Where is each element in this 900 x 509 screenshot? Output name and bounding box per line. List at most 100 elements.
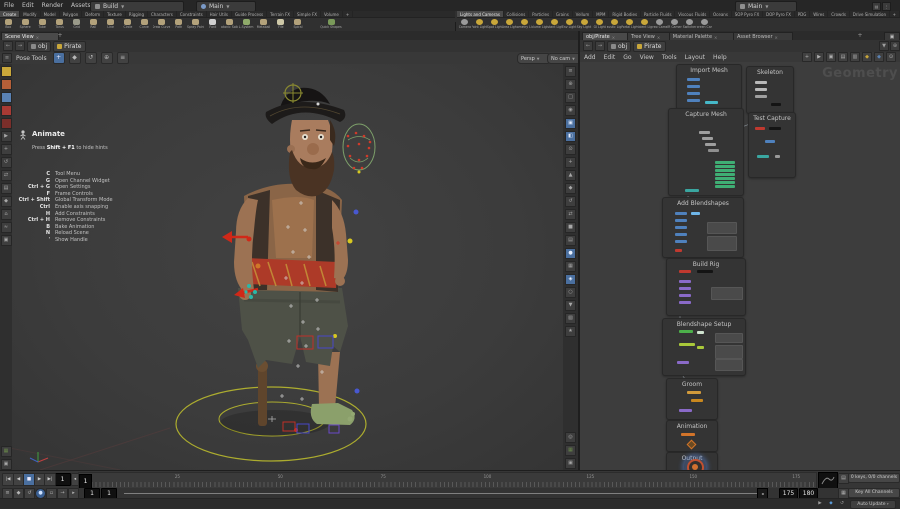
- playhead-marker[interactable]: 1: [79, 474, 92, 489]
- auto-update-combo[interactable]: Auto Update ▾: [850, 500, 896, 509]
- shelf-tool[interactable]: Spiral: [289, 18, 306, 31]
- circle-icon[interactable]: ○: [565, 287, 576, 298]
- menu-item[interactable]: File: [0, 2, 18, 9]
- grid-view-icon[interactable]: ▥: [850, 52, 860, 62]
- view-pin-icon[interactable]: ⊕: [565, 79, 576, 90]
- shelf-tool[interactable]: GI Light: [592, 18, 607, 31]
- network-node[interactable]: [707, 236, 737, 251]
- shelf-tool[interactable]: Path: [170, 18, 187, 31]
- shelf-tab[interactable]: Volume: [321, 11, 343, 17]
- normals-icon[interactable]: ▲: [565, 170, 576, 181]
- network-menu-item[interactable]: Edit: [600, 54, 620, 61]
- network-node[interactable]: [765, 140, 775, 143]
- network-node[interactable]: [697, 331, 704, 334]
- shelf-tab[interactable]: Particle Fluids: [641, 11, 675, 17]
- network-node[interactable]: [675, 219, 687, 222]
- path-root-chip[interactable]: obj: [27, 41, 51, 52]
- network-box[interactable]: Import Mesh: [676, 64, 742, 110]
- close-icon[interactable]: ×: [657, 35, 660, 40]
- ground-grid-icon[interactable]: ▦: [565, 445, 576, 456]
- grid-icon[interactable]: ▤: [565, 235, 576, 246]
- view-shaded-icon[interactable]: ◧: [565, 131, 576, 142]
- shelf-tab[interactable]: Rigging: [126, 11, 148, 17]
- shelf-tool[interactable]: Switcher: [682, 18, 697, 31]
- shelf-tool[interactable]: Portal Light: [622, 18, 637, 31]
- close-icon[interactable]: ×: [714, 35, 717, 40]
- network-node[interactable]: [687, 78, 700, 81]
- network-box[interactable]: Test Capture: [748, 112, 796, 178]
- shelf-tab[interactable]: Rigid Bodies: [609, 11, 641, 17]
- flag-yellow-icon[interactable]: ◆: [862, 52, 872, 62]
- forward-arrow-icon[interactable]: →: [15, 41, 25, 51]
- shelf-tab[interactable]: Guide Process: [232, 11, 267, 17]
- network-node[interactable]: [775, 155, 780, 158]
- shelf-tool[interactable]: Spot Light: [487, 18, 502, 31]
- chevron-down-icon[interactable]: ▼: [879, 41, 889, 51]
- translate-icon[interactable]: +: [1, 144, 12, 155]
- shelf-tool[interactable]: Font: [204, 18, 221, 31]
- network-node[interactable]: [679, 343, 695, 346]
- wave-icon[interactable]: ≈: [1, 222, 12, 233]
- shelf-tab[interactable]: Oceans: [710, 11, 732, 17]
- network-node[interactable]: [705, 143, 716, 146]
- list-view-icon[interactable]: ▤: [838, 52, 848, 62]
- network-node[interactable]: [691, 212, 700, 215]
- network-node[interactable]: [715, 345, 743, 359]
- star-icon[interactable]: ★: [565, 326, 576, 337]
- hamburger-icon[interactable]: ≡: [2, 53, 12, 63]
- shelf-tool[interactable]: Tube: [34, 18, 51, 31]
- shelf-tab[interactable]: Simple FX: [294, 11, 321, 17]
- more-options-icon[interactable]: ⋮: [882, 2, 891, 11]
- layout-blue-icon[interactable]: [1, 92, 12, 103]
- network-node[interactable]: [715, 165, 735, 168]
- network-menu-item[interactable]: Layout: [681, 54, 709, 61]
- network-node[interactable]: [675, 212, 687, 215]
- shelf-tab[interactable]: MPM: [593, 11, 609, 17]
- shelf-tab[interactable]: Terrain FX: [267, 11, 294, 17]
- search-icon[interactable]: ⊙: [886, 52, 896, 62]
- back-arrow-icon[interactable]: ←: [583, 41, 593, 51]
- view-wire-icon[interactable]: ⊙: [565, 144, 576, 155]
- network-box[interactable]: Capture Mesh: [668, 108, 744, 196]
- shelf-tool[interactable]: Camera: [457, 18, 472, 31]
- network-node[interactable]: [757, 155, 769, 158]
- shelf-tool[interactable]: Platonic Solids: [221, 18, 238, 31]
- network-node[interactable]: [681, 433, 695, 436]
- add-tab-button[interactable]: +: [856, 32, 864, 40]
- shelf-tool[interactable]: Curve: [136, 18, 153, 31]
- add-tab-button[interactable]: +: [56, 32, 64, 40]
- network-node[interactable]: [707, 222, 737, 234]
- network-node[interactable]: [755, 127, 765, 130]
- shelf-tool[interactable]: Torus: [51, 18, 68, 31]
- network-node[interactable]: [699, 131, 710, 134]
- shelf-tab[interactable]: Vellum: [573, 11, 593, 17]
- display-icon[interactable]: ▣: [1, 235, 12, 246]
- pose-ik-icon[interactable]: ↺: [85, 52, 97, 64]
- shelf-tab[interactable]: Texture: [104, 11, 126, 17]
- network-node[interactable]: [715, 181, 735, 184]
- pin-icon[interactable]: ⊕: [890, 41, 900, 51]
- network-node[interactable]: [715, 169, 735, 172]
- shelf-tool[interactable]: Stereo Camera: [652, 18, 667, 31]
- network-node[interactable]: [679, 270, 691, 273]
- view-menu-icon[interactable]: ≡: [565, 66, 576, 77]
- shelf-tab[interactable]: +: [890, 11, 900, 17]
- network-node[interactable]: [697, 270, 713, 273]
- menu-item[interactable]: Edit: [18, 2, 38, 9]
- shelf-tool[interactable]: Sphere: [17, 18, 34, 31]
- shelf-tab[interactable]: Drive Simulation: [850, 11, 890, 17]
- shelf-tool[interactable]: Circle: [119, 18, 136, 31]
- add-icon[interactable]: +: [565, 157, 576, 168]
- shelf-tab[interactable]: DOP Pyro FX: [763, 11, 795, 17]
- network-node[interactable]: [687, 92, 700, 95]
- network-node[interactable]: [687, 391, 701, 394]
- path-node-chip[interactable]: Pirate: [53, 41, 85, 52]
- network-node[interactable]: [679, 280, 691, 283]
- network-menu-item[interactable]: View: [636, 54, 658, 61]
- shelf-tab[interactable]: Grains: [553, 11, 573, 17]
- network-node[interactable]: [715, 333, 743, 343]
- shelf-tab[interactable]: Polygon: [60, 11, 83, 17]
- shelf-tab[interactable]: Crowds: [828, 11, 850, 17]
- network-menu-item[interactable]: Tools: [658, 54, 681, 61]
- network-node[interactable]: [675, 249, 682, 252]
